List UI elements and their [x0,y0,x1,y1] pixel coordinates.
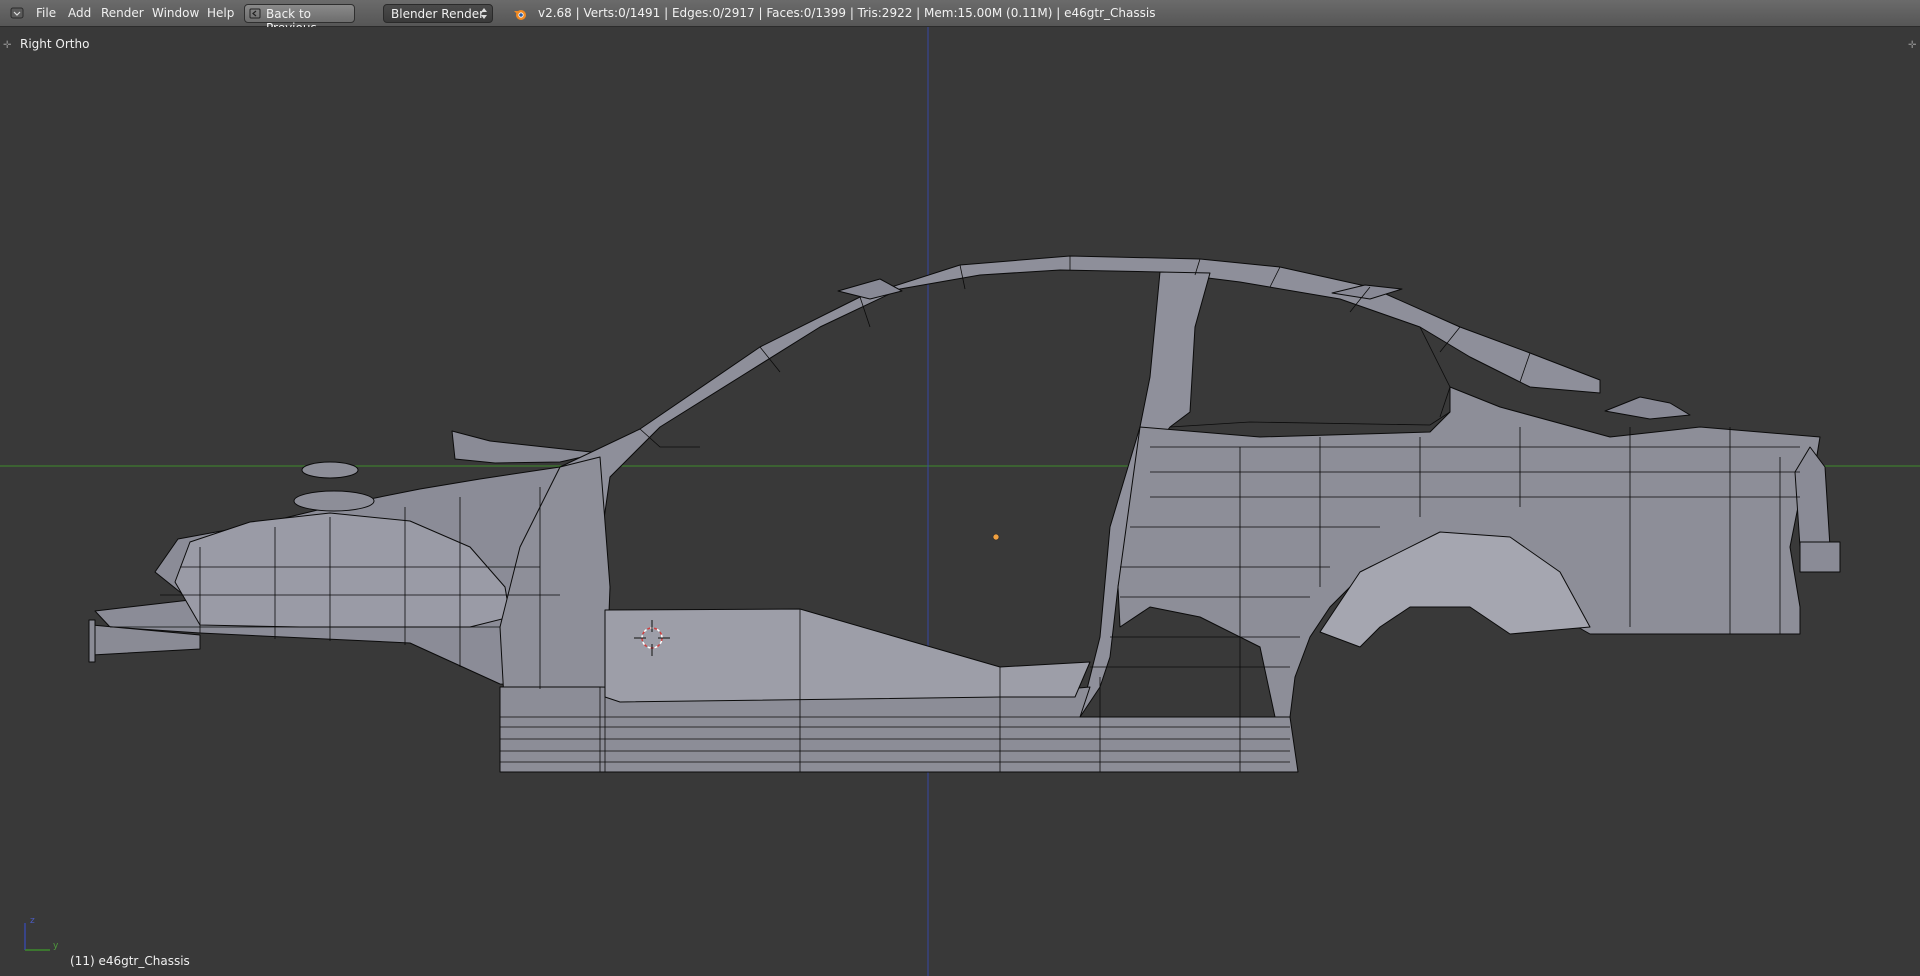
render-engine-value: Blender Render [391,7,485,21]
region-expand-left-icon[interactable]: ✛ [3,40,11,51]
3d-viewport[interactable]: Right Ortho ✛ ✛ z y (11) e46gtr_Chassis [0,27,1920,976]
mesh-strut-top-a [301,461,359,479]
scene-statistics: v2.68 | Verts:0/1491 | Edges:0/2917 | Fa… [538,6,1156,20]
viewport-scene [0,27,1920,976]
axis-gizmo [24,923,50,951]
gizmo-z-label: z [30,916,35,926]
object-origin [992,533,1000,541]
menu-window[interactable]: Window [152,6,199,20]
screen-back-icon [249,8,261,19]
mesh-rear-tow [1799,541,1841,573]
view-name-label: Right Ortho [20,37,90,51]
mesh-strut-top-b [293,490,375,512]
info-header: File Add Render Window Help Back to Prev… [0,0,1920,35]
editor-type-icon[interactable] [10,7,24,19]
mesh-sill-upper [604,608,1091,703]
back-to-previous-button[interactable]: Back to Previous [244,4,355,35]
menu-file[interactable]: File [36,6,56,20]
mesh-roof-spoiler-front [837,278,903,300]
menu-add[interactable]: Add [68,6,91,20]
chassis-mesh [88,255,1841,773]
menu-help[interactable]: Help [207,6,234,20]
mesh-rear-wing [1604,396,1691,420]
blender-logo-icon [514,10,526,20]
gizmo-y-label: y [53,941,59,951]
menu-render[interactable]: Render [101,6,144,20]
updown-arrows-icon [481,8,487,19]
active-object-label: (11) e46gtr_Chassis [70,954,190,968]
render-engine-select[interactable]: Blender Render [383,4,493,23]
region-expand-right-icon[interactable]: ✛ [1908,40,1916,51]
mesh-tow-bar-end [88,619,96,663]
